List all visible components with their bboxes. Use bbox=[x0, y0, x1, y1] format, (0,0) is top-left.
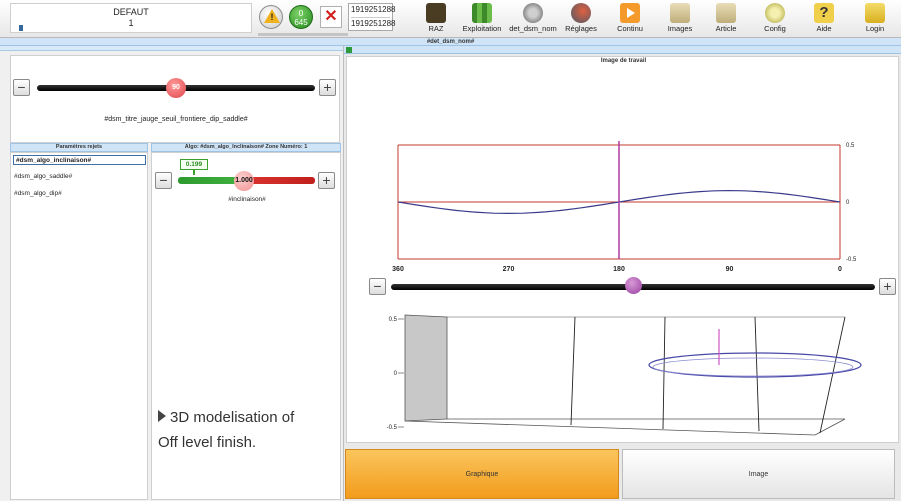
gauge-minus-button[interactable]: − bbox=[13, 79, 30, 96]
article-icon bbox=[716, 3, 736, 23]
view3d-grid-line-1 bbox=[662, 316, 666, 430]
gauge-title: #dsm_titre_jauge_seuil_frontiere_dip_sad… bbox=[104, 116, 248, 123]
toolbar-item-login[interactable]: Login bbox=[858, 3, 892, 37]
status-square-icon bbox=[346, 47, 352, 53]
profile-chart: 360 270 180 90 0 0.5 0 -0.5 bbox=[390, 135, 873, 275]
view3d-ellipse-inner bbox=[652, 357, 854, 377]
reset-counter-icon bbox=[426, 3, 446, 23]
view3d-y-tick-label: 0.5 bbox=[389, 317, 398, 323]
counter-button[interactable]: 0 645 bbox=[289, 5, 313, 29]
algo-slider-thumb[interactable]: 1.000 bbox=[234, 171, 254, 191]
toolbar-item-reglages[interactable]: Réglages bbox=[563, 3, 599, 37]
graph-button[interactable]: Graphique bbox=[345, 449, 619, 499]
app-window: DEFAUT 1 ! 0 645 ✕ 1919251288 1919251288… bbox=[0, 0, 901, 501]
caption-line-2: Off level finish. bbox=[158, 434, 257, 451]
gauge-slider-thumb[interactable]: 90 bbox=[166, 78, 186, 98]
algo-plus-button[interactable]: + bbox=[318, 172, 335, 189]
toolbar-item-continu[interactable]: Continu bbox=[613, 3, 647, 37]
play-icon bbox=[620, 3, 640, 23]
toolbar-item-exploitation[interactable]: Exploitation bbox=[460, 3, 504, 37]
chart-x-tick-label: 90 bbox=[726, 266, 734, 273]
flag-icon bbox=[19, 25, 23, 31]
profile-number: 1 bbox=[128, 18, 134, 28]
view3d-right-edge bbox=[819, 316, 846, 434]
images-icon bbox=[670, 3, 690, 23]
view3d-floor-right bbox=[814, 418, 846, 436]
caption-arrow-icon bbox=[158, 410, 166, 422]
image-button[interactable]: Image bbox=[622, 449, 895, 499]
view3d-grid-line-0 bbox=[570, 316, 576, 426]
profile-display[interactable]: DEFAUT 1 bbox=[10, 3, 252, 33]
toolbar: DEFAUT 1 ! 0 645 ✕ 1919251288 1919251288… bbox=[0, 0, 901, 38]
angle-plus-button[interactable]: + bbox=[879, 278, 896, 295]
chart-y-tick-label: 0 bbox=[846, 200, 850, 206]
gauge-plus-button[interactable]: + bbox=[319, 79, 336, 96]
view-3d-svg: 0.5 0 -0.5 bbox=[387, 314, 862, 436]
chart-x-tick-label: 0 bbox=[838, 266, 842, 273]
id-1: 1919251288 bbox=[351, 5, 396, 14]
caption: 3D modelisation of Off level finish. bbox=[158, 405, 338, 455]
algo-label: #inclinaison# bbox=[228, 196, 266, 203]
gear-icon bbox=[765, 3, 785, 23]
algo-minus-button[interactable]: − bbox=[155, 172, 172, 189]
toolbar-item-aide[interactable]: ? Aide bbox=[807, 3, 841, 37]
chart-y-tick-label: -0.5 bbox=[846, 257, 857, 263]
view3d-floor-front bbox=[404, 420, 816, 436]
view3d-y-tick-label: 0 bbox=[394, 371, 398, 377]
id-2: 1919251288 bbox=[351, 17, 396, 28]
counter-bottom: 645 bbox=[294, 18, 308, 27]
gauge-panel: − 90 + #dsm_titre_jauge_seuil_frontiere_… bbox=[10, 55, 340, 143]
work-panel: Image de travail 360 270 180 90 0 0.5 0 -0.5 − … bbox=[343, 46, 901, 501]
toolbar-item-images[interactable]: Images bbox=[663, 3, 697, 37]
algo-low-tick bbox=[193, 170, 195, 175]
view-3d: 0.5 0 -0.5 bbox=[375, 307, 868, 437]
profile-name: DEFAUT bbox=[113, 7, 149, 17]
angle-minus-button[interactable]: − bbox=[369, 278, 386, 295]
work-area-title: Image de travail bbox=[600, 58, 647, 64]
params-panel-title: Paramètres rejets bbox=[10, 143, 148, 152]
stack-icon bbox=[523, 3, 543, 23]
warning-button[interactable]: ! bbox=[259, 5, 283, 29]
work-area: Image de travail 360 270 180 90 0 0.5 0 -0.5 − … bbox=[346, 56, 899, 443]
toolbar-item-det-dsm-nom[interactable]: det_dsm_nom bbox=[508, 3, 558, 37]
counter-top: 0 bbox=[298, 9, 304, 18]
chart-x-tick-label: 270 bbox=[503, 266, 515, 273]
param-item-saddle[interactable]: #dsm_algo_saddle# bbox=[14, 173, 72, 180]
angle-slider-thumb[interactable] bbox=[625, 277, 642, 294]
params-list: #dsm_algo_inclinaison# #dsm_algo_saddle#… bbox=[10, 152, 148, 500]
title-strip: #det_dsm_nom# bbox=[0, 38, 901, 46]
work-panel-header bbox=[344, 46, 901, 54]
settings-sliders-icon bbox=[571, 3, 591, 23]
view3d-y-tick-label: -0.5 bbox=[387, 425, 398, 431]
chart-y-tick-label: 0.5 bbox=[846, 143, 855, 149]
param-item-inclinaison[interactable]: #dsm_algo_inclinaison# bbox=[13, 155, 146, 165]
algo-panel-title: Algo: #dsm_algo_Inclinaison# Zone Numéro… bbox=[151, 143, 341, 152]
status-progress-bar bbox=[258, 33, 348, 36]
profile-chart-svg: 360 270 180 90 0 0.5 0 -0.5 bbox=[392, 141, 857, 273]
caption-line-1: 3D modelisation of bbox=[170, 409, 295, 426]
angle-slider: − + bbox=[369, 274, 899, 298]
help-icon: ? bbox=[814, 3, 834, 23]
id-display: 1919251288 1919251288 bbox=[348, 3, 396, 31]
toolbar-item-config[interactable]: Config bbox=[758, 3, 792, 37]
view3d-grid-line-2 bbox=[754, 316, 760, 432]
bar-chart-icon bbox=[472, 3, 492, 23]
lock-icon bbox=[865, 3, 885, 23]
algo-low-value: 0.199 bbox=[180, 159, 208, 170]
param-item-dip[interactable]: #dsm_algo_dip# bbox=[14, 190, 62, 197]
toolbar-item-article[interactable]: Article bbox=[709, 3, 743, 37]
chart-x-tick-label: 360 bbox=[392, 266, 404, 273]
view3d-left-wall bbox=[404, 314, 448, 422]
close-icon: ✕ bbox=[324, 8, 338, 25]
title-strip-left bbox=[0, 46, 343, 51]
chart-x-tick-label: 180 bbox=[613, 266, 625, 273]
close-button[interactable]: ✕ bbox=[320, 6, 342, 28]
toolbar-item-raz[interactable]: RAZ bbox=[419, 3, 453, 37]
